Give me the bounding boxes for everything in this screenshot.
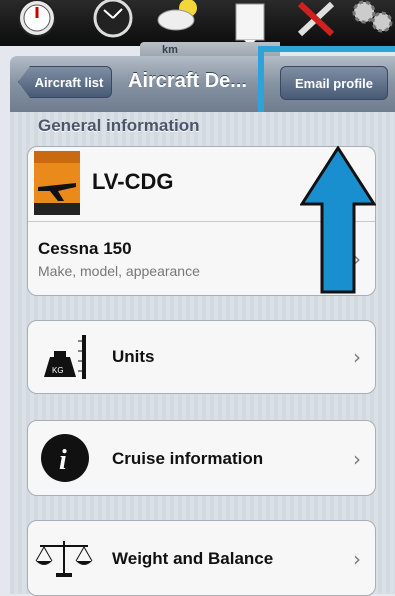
units-row[interactable]: KG Units › bbox=[27, 320, 376, 394]
aircraft-registration: LV-CDG bbox=[92, 169, 174, 194]
chevron-right-icon: › bbox=[353, 547, 361, 571]
cruise-information-row[interactable]: i Cruise information › bbox=[27, 420, 376, 496]
section-header-general: General information bbox=[38, 116, 200, 135]
svg-text:KG: KG bbox=[52, 366, 64, 375]
balance-scale-icon bbox=[35, 541, 93, 577]
speed-gauge-icon[interactable] bbox=[14, 0, 60, 40]
info-icon: i bbox=[41, 434, 89, 482]
top-toolbar bbox=[0, 0, 395, 46]
tools-icon[interactable] bbox=[292, 0, 342, 40]
cruise-information-label: Cruise information bbox=[112, 449, 264, 468]
page-title: Aircraft De... bbox=[128, 70, 247, 92]
weight-scale-icon: KG bbox=[44, 335, 86, 379]
weather-icon[interactable] bbox=[150, 0, 210, 40]
aircraft-model: Cessna 150 bbox=[38, 239, 132, 258]
weight-and-balance-label: Weight and Balance bbox=[112, 549, 274, 568]
highlight-box bbox=[258, 46, 395, 118]
weight-and-balance-row[interactable]: Weight and Balance › bbox=[27, 520, 376, 596]
document-icon[interactable] bbox=[230, 0, 270, 46]
svg-text:i: i bbox=[59, 445, 67, 476]
up-arrow-icon bbox=[300, 146, 376, 294]
altimeter-gauge-icon[interactable] bbox=[90, 0, 136, 40]
chevron-right-icon: › bbox=[353, 447, 361, 471]
units-label: Units bbox=[112, 347, 155, 366]
aircraft-thumbnail-icon bbox=[34, 151, 80, 215]
aircraft-list-back-button[interactable]: Aircraft list bbox=[18, 66, 112, 98]
aircraft-model-subtitle: Make, model, appearance bbox=[38, 263, 200, 279]
chevron-right-icon: › bbox=[353, 345, 361, 369]
map-scale-label: km bbox=[162, 44, 178, 56]
settings-gears-icon[interactable] bbox=[350, 0, 395, 40]
